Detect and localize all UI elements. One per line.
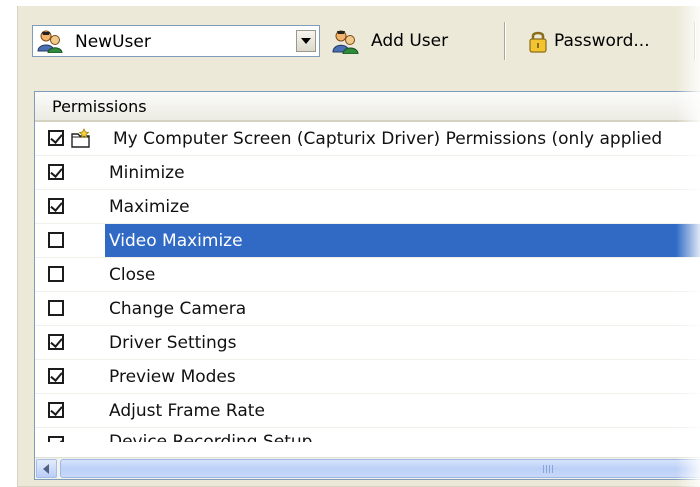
users-icon (332, 30, 359, 54)
list-item-label: Close (109, 265, 156, 285)
permissions-list[interactable]: Permissions My Computer Screen (Capturix… (34, 91, 700, 480)
list-item-label: Device Recording Setup (109, 432, 313, 442)
list-item-label: Maximize (109, 197, 190, 217)
permissions-dialog: NewUser Add User Password... Permissions… (0, 0, 700, 487)
user-select-combo[interactable]: NewUser (32, 25, 320, 57)
checkbox-video-maximize[interactable] (48, 232, 64, 248)
list-item-video-maximize[interactable]: Video Maximize (35, 224, 700, 258)
lock-icon (529, 31, 547, 53)
list-item-adjust-frame-rate[interactable]: Adjust Frame Rate (35, 394, 700, 428)
checkbox-preview-modes[interactable] (48, 368, 64, 384)
chevron-down-icon (301, 38, 311, 44)
list-item-label: Change Camera (109, 299, 247, 319)
list-item-label: Video Maximize (109, 231, 243, 251)
scroll-left-button[interactable] (36, 459, 57, 478)
checkbox-adjust-frame-rate[interactable] (48, 402, 64, 418)
password-label: Password... (554, 31, 650, 51)
list-item-label: Minimize (109, 163, 185, 183)
toolbar-separator (504, 22, 506, 60)
list-item-parent[interactable]: My Computer Screen (Capturix Driver) Per… (35, 122, 700, 156)
add-user-label: Add User (371, 31, 449, 51)
list-item-label: Adjust Frame Rate (109, 401, 265, 421)
window: NewUser Add User Password... Permissions… (17, 6, 700, 487)
horizontal-scrollbar[interactable] (35, 457, 700, 479)
grip-icon (543, 465, 555, 473)
list-item-driver-settings[interactable]: Driver Settings (35, 326, 700, 360)
checkbox-close[interactable] (48, 266, 64, 282)
combo-dropdown-button[interactable] (296, 30, 316, 52)
toolbar: NewUser Add User Password... (18, 6, 700, 84)
list-item-label: My Computer Screen (Capturix Driver) Per… (113, 129, 663, 149)
column-header-label: Permissions (52, 97, 147, 116)
toolbar-separator (694, 22, 696, 60)
checkbox-maximize[interactable] (48, 198, 64, 214)
list-item-change-camera[interactable]: Change Camera (35, 292, 700, 326)
checkbox-minimize[interactable] (48, 164, 64, 180)
scrollbar-thumb[interactable] (60, 459, 700, 478)
user-icon (37, 30, 63, 53)
chevron-left-icon (43, 464, 49, 474)
list-item-device-recording-setup[interactable]: Device Recording Setup (35, 428, 700, 442)
checkbox-parent[interactable] (48, 130, 64, 146)
checkbox-driver-settings[interactable] (48, 334, 64, 350)
checkbox-device-recording-setup[interactable] (48, 436, 64, 442)
checkbox-change-camera[interactable] (48, 300, 64, 316)
add-user-button[interactable]: Add User (331, 24, 448, 58)
list-item-close[interactable]: Close (35, 258, 700, 292)
list-item-maximize[interactable]: Maximize (35, 190, 700, 224)
list-item-label: Preview Modes (109, 367, 236, 387)
list-item-preview-modes[interactable]: Preview Modes (35, 360, 700, 394)
user-select-value: NewUser (75, 32, 151, 52)
column-header-permissions[interactable]: Permissions (35, 92, 700, 122)
password-button[interactable]: Password... (528, 24, 650, 58)
permissions-rows: My Computer Screen (Capturix Driver) Per… (35, 122, 700, 442)
list-item-label: Driver Settings (109, 333, 237, 353)
list-item-minimize[interactable]: Minimize (35, 156, 700, 190)
folder-icon (71, 128, 90, 148)
